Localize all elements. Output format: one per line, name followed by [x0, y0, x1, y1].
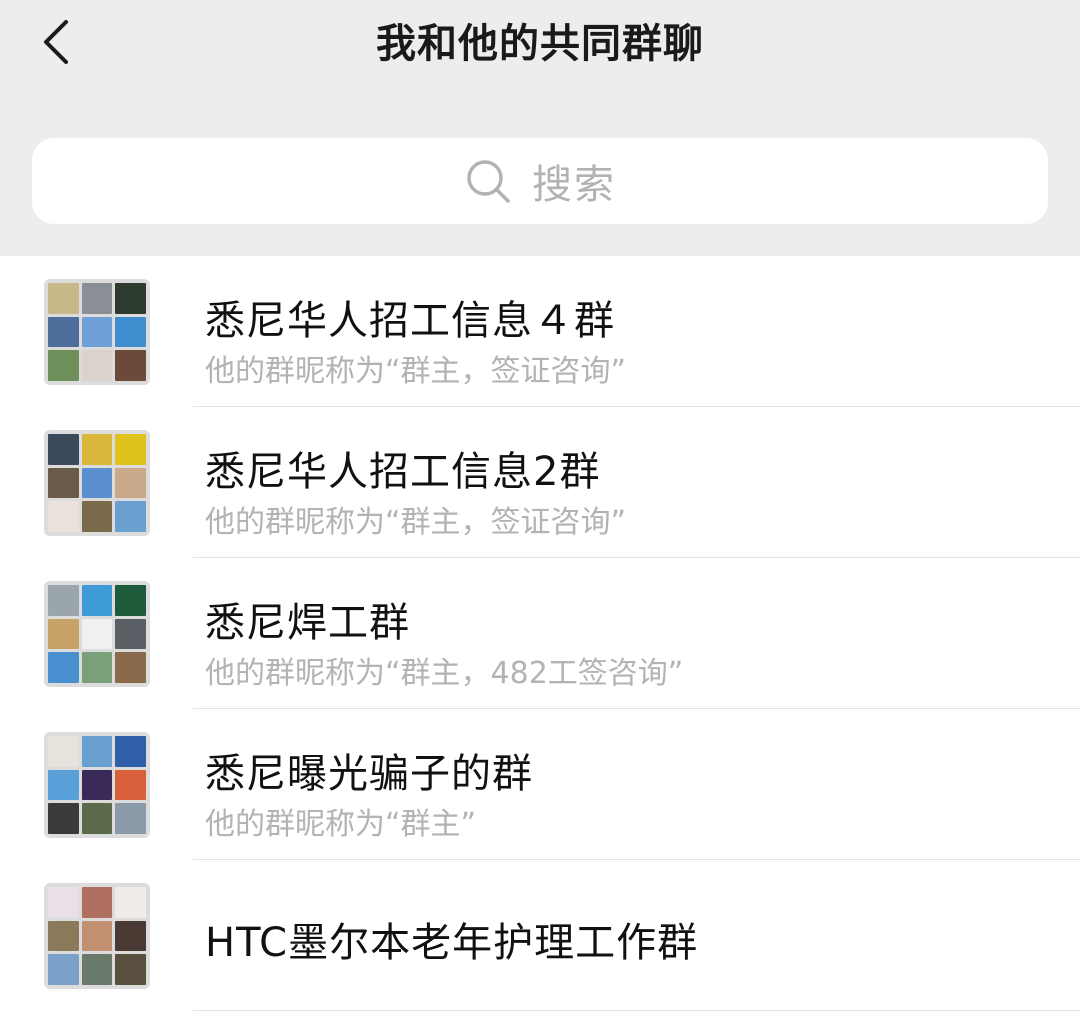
group-avatar: [44, 279, 150, 385]
member-avatar-thumbnail: [115, 769, 146, 801]
page-title: 我和他的共同群聊: [376, 21, 704, 67]
member-avatar-thumbnail: [48, 350, 79, 381]
member-avatar-thumbnail: [81, 350, 113, 381]
group-avatar: [44, 732, 150, 838]
list-item[interactable]: 悉尼华人招工信息４群 他的群昵称为“群主，签证咨询”: [0, 256, 1080, 407]
group-nickname-note: 他的群昵称为“群主”: [205, 807, 477, 842]
member-avatar-thumbnail: [48, 434, 79, 465]
list-item[interactable]: HTC墨尔本老年护理工作群: [0, 860, 1080, 1011]
member-avatar-thumbnail: [48, 467, 79, 499]
nav-header: 我和他的共同群聊 搜索: [0, 0, 1080, 256]
member-avatar-thumbnail: [48, 585, 79, 616]
search-input[interactable]: 搜索: [32, 138, 1048, 224]
group-avatar: [44, 581, 150, 687]
member-avatar-thumbnail: [81, 736, 113, 767]
member-avatar-thumbnail: [48, 652, 79, 683]
member-avatar-thumbnail: [115, 283, 146, 314]
list-item[interactable]: 悉尼华人招工信息2群 他的群昵称为“群主，签证咨询”: [0, 407, 1080, 558]
member-avatar-thumbnail: [81, 434, 113, 465]
group-nickname-note: 他的群昵称为“群主，签证咨询”: [205, 354, 627, 389]
group-avatar: [44, 883, 150, 989]
member-avatar-thumbnail: [81, 283, 113, 314]
member-avatar-thumbnail: [81, 585, 113, 616]
member-avatar-thumbnail: [48, 954, 79, 985]
group-nickname-note: 他的群昵称为“群主，482工签咨询”: [205, 656, 684, 691]
member-avatar-thumbnail: [115, 467, 146, 499]
group-name: 悉尼曝光骗子的群: [205, 751, 533, 797]
member-avatar-thumbnail: [48, 501, 79, 532]
member-avatar-thumbnail: [81, 769, 113, 801]
member-avatar-thumbnail: [81, 803, 113, 834]
group-name: 悉尼华人招工信息４群: [205, 298, 615, 344]
member-avatar-thumbnail: [115, 434, 146, 465]
search-placeholder: 搜索: [532, 162, 616, 208]
search-icon: [467, 160, 510, 203]
member-avatar-thumbnail: [48, 803, 79, 834]
member-avatar-thumbnail: [81, 467, 113, 499]
member-avatar-thumbnail: [115, 954, 146, 985]
member-avatar-thumbnail: [81, 920, 113, 952]
member-avatar-thumbnail: [115, 316, 146, 348]
member-avatar-thumbnail: [81, 954, 113, 985]
member-avatar-thumbnail: [115, 920, 146, 952]
member-avatar-thumbnail: [115, 803, 146, 834]
member-avatar-thumbnail: [115, 501, 146, 532]
list-item[interactable]: 悉尼曝光骗子的群 他的群昵称为“群主”: [0, 709, 1080, 860]
member-avatar-thumbnail: [48, 887, 79, 918]
group-name: HTC墨尔本老年护理工作群: [205, 920, 699, 966]
member-avatar-thumbnail: [48, 769, 79, 801]
member-avatar-thumbnail: [81, 316, 113, 348]
member-avatar-thumbnail: [48, 618, 79, 650]
member-avatar-thumbnail: [115, 736, 146, 767]
group-avatar: [44, 430, 150, 536]
member-avatar-thumbnail: [48, 316, 79, 348]
member-avatar-thumbnail: [81, 652, 113, 683]
member-avatar-thumbnail: [115, 585, 146, 616]
divider: [193, 1010, 1080, 1011]
member-avatar-thumbnail: [48, 736, 79, 767]
group-list: 悉尼华人招工信息４群 他的群昵称为“群主，签证咨询” 悉尼华人招工信息2群 他的…: [0, 256, 1080, 1011]
member-avatar-thumbnail: [115, 350, 146, 381]
member-avatar-thumbnail: [115, 618, 146, 650]
list-item[interactable]: 悉尼焊工群 他的群昵称为“群主，482工签咨询”: [0, 558, 1080, 709]
member-avatar-thumbnail: [48, 920, 79, 952]
group-nickname-note: 他的群昵称为“群主，签证咨询”: [205, 505, 627, 540]
member-avatar-thumbnail: [81, 501, 113, 532]
member-avatar-thumbnail: [81, 887, 113, 918]
member-avatar-thumbnail: [115, 887, 146, 918]
member-avatar-thumbnail: [81, 618, 113, 650]
group-name: 悉尼华人招工信息2群: [205, 449, 601, 495]
group-name: 悉尼焊工群: [205, 600, 410, 646]
member-avatar-thumbnail: [48, 283, 79, 314]
member-avatar-thumbnail: [115, 652, 146, 683]
